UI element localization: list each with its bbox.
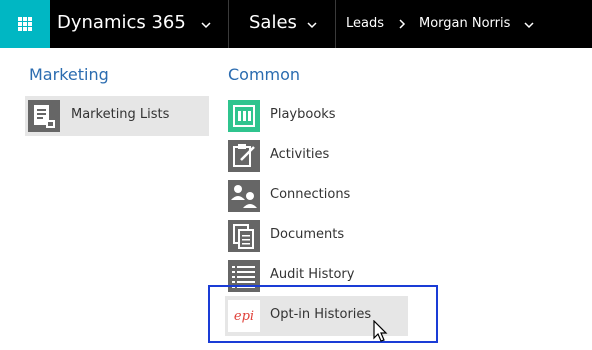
menu-item-label: Documents <box>270 227 345 242</box>
menu-item-label: Marketing Lists <box>71 107 170 122</box>
documents-icon <box>228 220 260 252</box>
playbook-icon <box>228 100 260 132</box>
connections-icon <box>228 180 260 212</box>
waffle-icon <box>18 17 32 31</box>
mouse-cursor-icon <box>373 320 388 342</box>
group-title-common: Common <box>228 65 301 84</box>
menu-item-label: Audit History <box>270 267 355 282</box>
menu-item-marketing-lists[interactable]: Marketing Lists <box>25 96 209 136</box>
marketing-list-icon <box>28 100 60 132</box>
menu-item-activities[interactable]: Activities <box>228 136 408 176</box>
chevron-down-icon[interactable] <box>306 19 318 31</box>
chevron-down-icon[interactable] <box>523 19 535 31</box>
divider <box>228 0 229 48</box>
area-switcher[interactable]: Sales <box>249 12 297 33</box>
chevron-down-icon[interactable] <box>200 19 212 31</box>
app-name[interactable]: Dynamics 365 <box>57 12 186 33</box>
app-launcher-button[interactable] <box>0 0 50 48</box>
menu-item-documents[interactable]: Documents <box>228 216 408 256</box>
highlight-box <box>208 285 438 343</box>
top-nav-bar: Dynamics 365 Sales Leads Morgan Norris <box>0 0 592 48</box>
breadcrumb-record[interactable]: Morgan Norris <box>419 16 510 31</box>
chevron-right-icon <box>399 19 406 29</box>
menu-item-connections[interactable]: Connections <box>228 176 408 216</box>
group-title-marketing: Marketing <box>29 65 109 84</box>
menu-item-playbooks[interactable]: Playbooks <box>228 96 408 136</box>
activities-icon <box>228 140 260 172</box>
menu-item-label: Connections <box>270 187 351 202</box>
menu-item-label: Activities <box>270 147 330 162</box>
divider <box>335 0 336 48</box>
menu-item-label: Playbooks <box>270 107 336 122</box>
breadcrumb-entity[interactable]: Leads <box>346 16 384 31</box>
